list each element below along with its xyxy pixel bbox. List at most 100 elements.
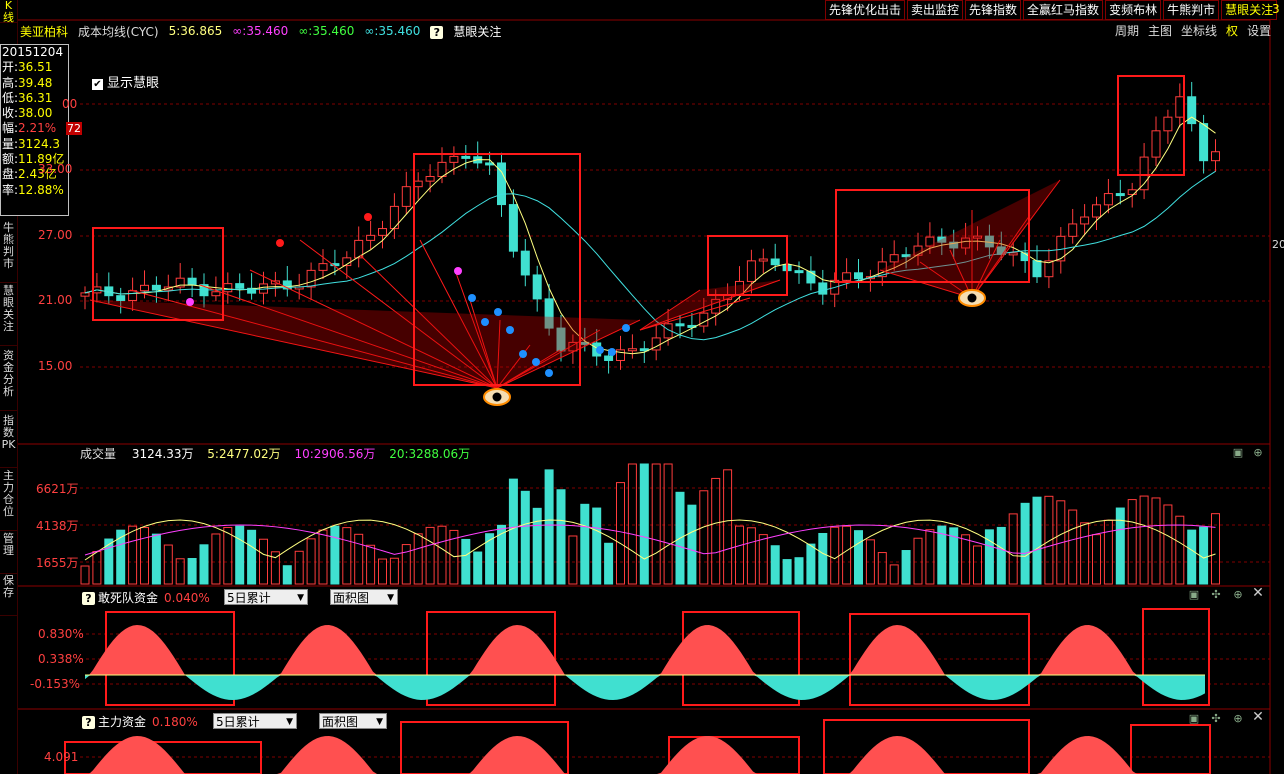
volume-bar: [1032, 496, 1042, 585]
chart-menu-item-1[interactable]: 主图: [1148, 22, 1172, 39]
panel1-type-select[interactable]: 面积图 ▼: [330, 589, 398, 605]
volume-bar: [378, 558, 387, 585]
eye-icon: [958, 289, 986, 307]
show-eye-checkbox[interactable]: ✔ 显示慧眼: [92, 72, 159, 91]
highlight-box: [1130, 724, 1211, 774]
volume-bar: [425, 526, 435, 585]
checkbox-label: 显示慧眼: [107, 76, 160, 91]
panel1-axis-label: 0.830%: [38, 627, 84, 641]
candle-body: [842, 272, 852, 281]
settings-icon[interactable]: ▣: [1188, 589, 1200, 601]
volume-bar: [580, 503, 590, 585]
dropdown-arrow-icon: ▼: [286, 717, 293, 727]
chart-menu-item-4[interactable]: 设置: [1247, 22, 1271, 39]
help-icon[interactable]: ?: [430, 25, 444, 39]
toolbar-button-5[interactable]: 牛熊判市: [1163, 0, 1220, 20]
info-row: 开:36.51: [2, 60, 68, 75]
candle-body: [211, 291, 221, 297]
signal-dot: [276, 239, 284, 247]
help-icon[interactable]: ?: [82, 716, 95, 729]
chart-menu-item-0[interactable]: 周期: [1115, 22, 1139, 39]
ma-inf3-value: ∞:35.460: [364, 24, 421, 38]
volume-bar: [735, 525, 744, 585]
stock-chart-canvas[interactable]: [0, 0, 1284, 774]
candle-body: [758, 258, 768, 262]
volume-bar: [235, 525, 245, 585]
volume-bar: [437, 525, 447, 585]
help-icon[interactable]: ?: [82, 592, 95, 605]
candle-body: [140, 284, 149, 292]
volume-bar: [163, 544, 173, 585]
chart-menu-item-3[interactable]: 权: [1226, 22, 1238, 39]
expand-icon[interactable]: ✣: [1210, 589, 1222, 601]
candle-body: [116, 295, 126, 301]
panel1-value: 0.040%: [164, 591, 210, 605]
candle-body: [889, 254, 899, 263]
candle-body: [235, 283, 245, 289]
volume-bar: [1115, 507, 1125, 585]
volume-bar: [1163, 504, 1173, 585]
volume-ma5: 5:2477.02万: [207, 447, 281, 461]
toolbar-button-0[interactable]: 先锋优化出击: [825, 0, 906, 20]
panel1-period-select[interactable]: 5日累计 ▼: [224, 589, 308, 605]
dropdown-arrow-icon: ▼: [297, 593, 304, 603]
corner-number: 3: [1272, 2, 1280, 16]
volume-axis-label: 6621万: [36, 482, 79, 496]
settings-icon[interactable]: ▣: [1232, 447, 1244, 459]
volume-bar: [354, 533, 364, 585]
chart-right-menu: 周期 主图 坐标线权设置: [1115, 22, 1280, 39]
volume-bar: [627, 463, 637, 585]
price-axis-label: 15.00: [38, 359, 73, 373]
toolbar-button-1[interactable]: 卖出监控: [907, 0, 964, 20]
volume-bar: [1008, 513, 1018, 585]
info-key: 额:: [2, 152, 19, 167]
volume-bar: [687, 504, 697, 585]
volume-bar: [711, 477, 721, 585]
zoom-icon[interactable]: ⊕: [1252, 447, 1264, 459]
volume-bar: [140, 527, 149, 585]
candle-body: [318, 263, 328, 271]
info-date: 20151204: [2, 45, 64, 59]
volume-bar: [1044, 495, 1054, 585]
panel1-area-negative: [85, 675, 1205, 700]
expand-icon[interactable]: ✣: [1210, 713, 1222, 725]
toolbar-button-2[interactable]: 先锋指数: [965, 0, 1022, 20]
settings-icon[interactable]: ▣: [1188, 713, 1200, 725]
info-key: 高:: [2, 75, 19, 90]
signal-dot: [481, 318, 489, 326]
close-icon[interactable]: ✕: [1252, 586, 1264, 600]
candle-body: [1139, 156, 1149, 191]
candle-body: [128, 290, 138, 301]
volume-bar: [306, 538, 316, 585]
candle-body: [187, 277, 197, 286]
signal-dot: [454, 267, 462, 275]
signal-fan: [880, 180, 1060, 298]
indicator-name[interactable]: 成本均线(CYC): [78, 23, 159, 40]
candle-body: [794, 270, 804, 274]
toolbar-button-6[interactable]: 慧眼关注: [1221, 0, 1278, 20]
dropdown-arrow-icon: ▼: [387, 593, 394, 603]
toolbar-button-4[interactable]: 变频布林: [1105, 0, 1162, 20]
volume-bar: [342, 527, 352, 585]
candle-body: [746, 260, 756, 282]
close-icon[interactable]: ✕: [1252, 710, 1264, 724]
focus-label[interactable]: 慧眼关注: [453, 25, 501, 39]
chart-menu-item-2[interactable]: 坐标线: [1181, 22, 1217, 39]
zoom-icon[interactable]: ⊕: [1232, 589, 1244, 601]
candle-body: [806, 270, 816, 284]
toolbar-button-3[interactable]: 全赢红马指数: [1023, 0, 1104, 20]
info-row: 低:36.31: [2, 91, 68, 106]
ma5-value: 5:36.865: [168, 24, 223, 38]
zoom-icon[interactable]: ⊕: [1232, 713, 1244, 725]
volume-bar: [532, 507, 542, 585]
candle-body: [1032, 260, 1042, 278]
checkbox-icon[interactable]: ✔: [92, 79, 103, 90]
candle-body: [223, 283, 233, 293]
panel2-period-select[interactable]: 5日累计 ▼: [213, 713, 297, 729]
volume-bar: [663, 463, 673, 585]
volume-bar: [996, 526, 1006, 585]
volume-bar: [616, 482, 625, 585]
stock-name[interactable]: 美亚柏科: [20, 23, 68, 40]
panel2-type-select[interactable]: 面积图 ▼: [319, 713, 387, 729]
volume-bar: [211, 533, 221, 585]
